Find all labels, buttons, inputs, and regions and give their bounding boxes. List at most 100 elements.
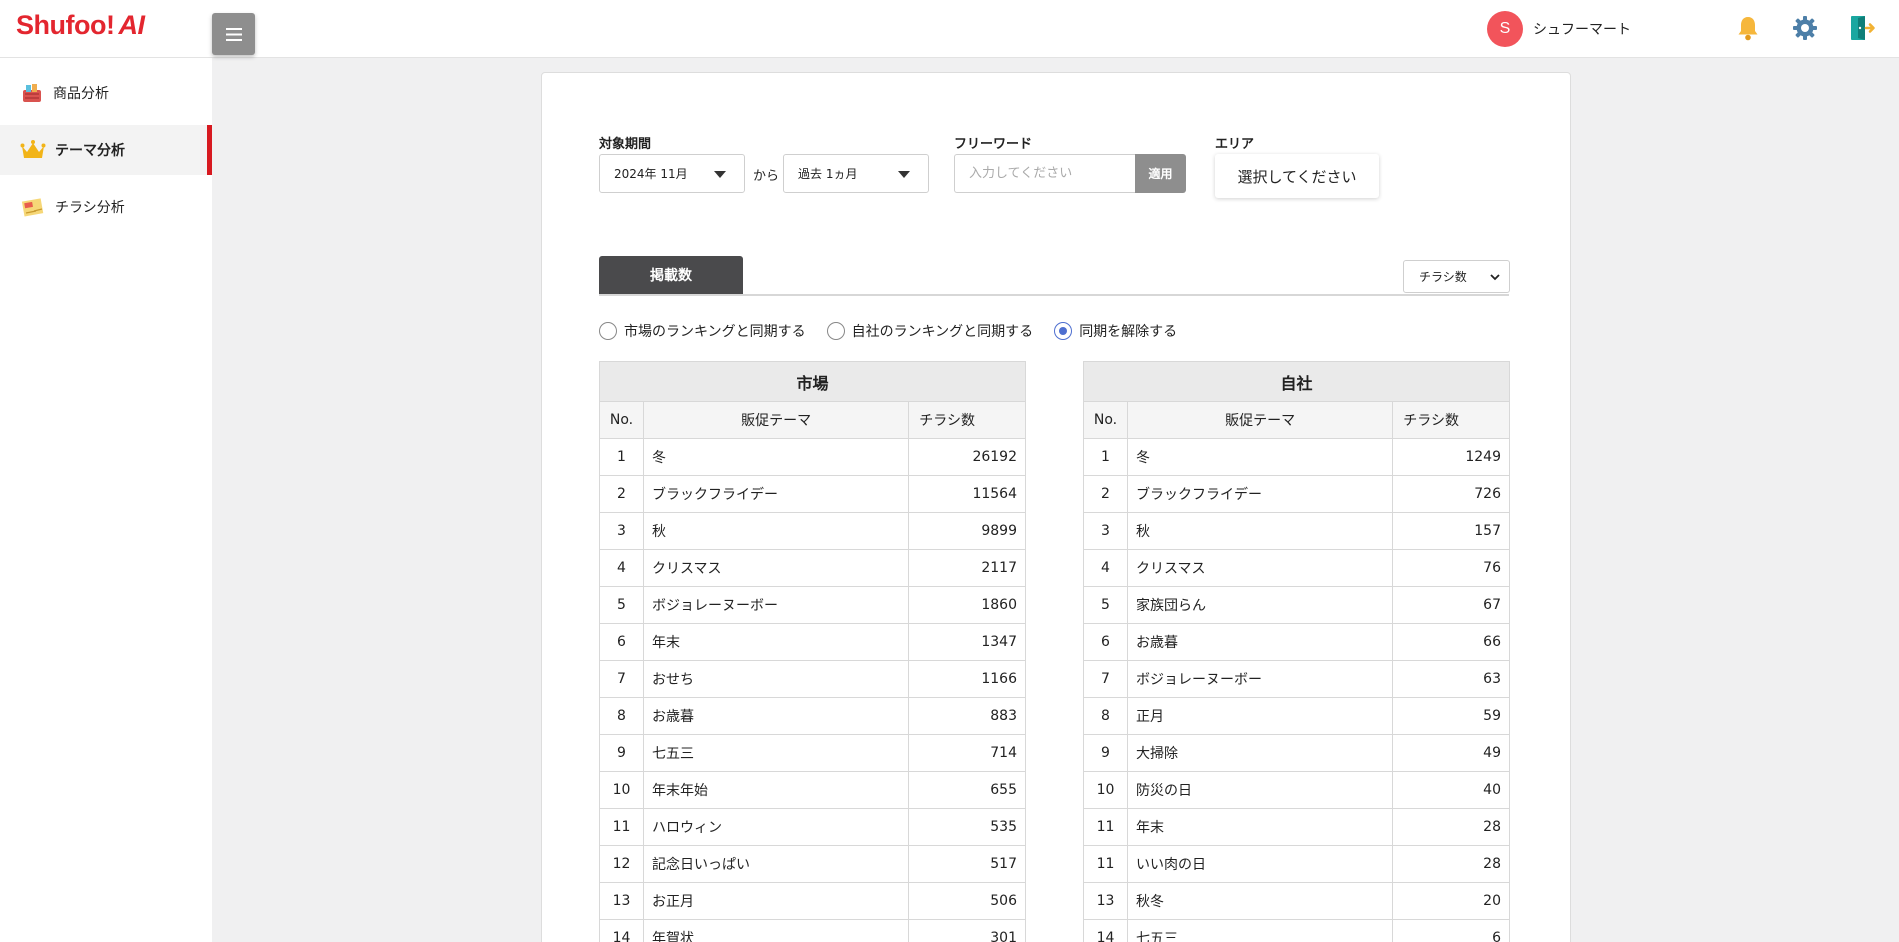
apply-button[interactable]: 適用 xyxy=(1135,154,1186,193)
rank-number-cell: 1 xyxy=(1083,438,1128,476)
theme-name-cell: 年末 xyxy=(642,623,910,661)
caret-down-icon xyxy=(714,171,726,178)
flyer-count-cell: 1860 xyxy=(908,586,1026,624)
table-row[interactable]: 8 正月 59 xyxy=(1083,697,1510,735)
radio-sync-market[interactable]: 市場のランキングと同期する xyxy=(599,321,806,341)
user-name: シュフーマート xyxy=(1533,22,1631,38)
rank-number-cell: 4 xyxy=(599,549,644,587)
table-title: 市場 xyxy=(599,361,1026,402)
tab-divider xyxy=(599,294,1509,296)
range-select-value: 過去 1ヵ月 xyxy=(798,167,858,181)
rank-number-cell: 7 xyxy=(599,660,644,698)
table-row[interactable]: 9 大掃除 49 xyxy=(1083,734,1510,772)
table-row[interactable]: 5 ボジョレーヌーボー 1860 xyxy=(599,586,1026,624)
table-row[interactable]: 4 クリスマス 2117 xyxy=(599,549,1026,587)
flyer-count-cell: 1166 xyxy=(908,660,1026,698)
theme-name-cell: 秋冬 xyxy=(1126,882,1394,920)
table-row[interactable]: 7 おせち 1166 xyxy=(599,660,1026,698)
table-row[interactable]: 14 七五三 6 xyxy=(1083,919,1510,942)
gear-icon[interactable] xyxy=(1790,13,1820,43)
table-row[interactable]: 11 年末 28 xyxy=(1083,808,1510,846)
table-row[interactable]: 1 冬 26192 xyxy=(599,438,1026,476)
area-select-button[interactable]: 選択してください xyxy=(1215,154,1379,198)
flyer-count-cell: 6 xyxy=(1392,919,1510,942)
rank-number-cell: 13 xyxy=(599,882,644,920)
table-row[interactable]: 5 家族団らん 67 xyxy=(1083,586,1510,624)
flyer-count-cell: 20 xyxy=(1392,882,1510,920)
shufoo-ai-logo[interactable]: Shufoo! AI xyxy=(16,10,145,41)
freeword-input[interactable] xyxy=(954,154,1136,193)
table-row[interactable]: 3 秋 9899 xyxy=(599,512,1026,550)
radio-label: 同期を解除する xyxy=(1079,324,1178,340)
bell-icon[interactable] xyxy=(1733,13,1763,43)
analysis-card: 対象期間 2024年 11月 から 過去 1ヵ月 フリーワード 適用 エリア 選… xyxy=(541,72,1571,942)
sidebar-item-product-analysis[interactable]: 商品分析 xyxy=(0,68,212,118)
tab-listing-count[interactable]: 掲載数 xyxy=(599,256,743,294)
table-row[interactable]: 12 記念日いっぱい 517 xyxy=(599,845,1026,883)
sidebar-item-flyer-analysis[interactable]: チラシ分析 xyxy=(0,182,212,232)
flyer-count-cell: 506 xyxy=(908,882,1026,920)
flyer-count-cell: 714 xyxy=(908,734,1026,772)
table-row[interactable]: 4 クリスマス 76 xyxy=(1083,549,1510,587)
from-label: から xyxy=(753,169,780,184)
range-select[interactable]: 過去 1ヵ月 xyxy=(783,154,929,193)
column-header-count[interactable]: チラシ数 xyxy=(1392,401,1510,439)
table-row[interactable]: 3 秋 157 xyxy=(1083,512,1510,550)
theme-name-cell: 秋 xyxy=(1126,512,1394,550)
rank-number-cell: 14 xyxy=(599,919,644,942)
table-row[interactable]: 7 ボジョレーヌーボー 63 xyxy=(1083,660,1510,698)
rank-number-cell: 12 xyxy=(599,845,644,883)
rank-number-cell: 10 xyxy=(599,771,644,809)
radio-unsync[interactable]: 同期を解除する xyxy=(1054,321,1177,341)
hamburger-menu-button[interactable] xyxy=(212,13,255,55)
theme-name-cell: 記念日いっぱい xyxy=(642,845,910,883)
table-row[interactable]: 11 ハロウィン 535 xyxy=(599,808,1026,846)
column-header-theme: 販促テーマ xyxy=(1126,401,1394,439)
column-header-count[interactable]: チラシ数 xyxy=(908,401,1026,439)
table-row[interactable]: 8 お歳暮 883 xyxy=(599,697,1026,735)
logout-icon[interactable] xyxy=(1846,13,1876,43)
flyer-count-cell: 157 xyxy=(1392,512,1510,550)
table-row[interactable]: 2 ブラックフライデー 11564 xyxy=(599,475,1026,513)
rank-number-cell: 9 xyxy=(599,734,644,772)
flyer-count-cell: 26192 xyxy=(908,438,1026,476)
metric-select[interactable]: チラシ数 xyxy=(1403,260,1510,293)
table-row[interactable]: 2 ブラックフライデー 726 xyxy=(1083,475,1510,513)
rank-number-cell: 14 xyxy=(1083,919,1128,942)
table-title: 自社 xyxy=(1083,361,1510,402)
main-content: 対象期間 2024年 11月 から 過去 1ヵ月 フリーワード 適用 エリア 選… xyxy=(212,58,1899,942)
radio-circle[interactable] xyxy=(599,322,617,340)
table-row[interactable]: 10 防災の日 40 xyxy=(1083,771,1510,809)
radio-circle[interactable] xyxy=(1054,322,1073,340)
flyer-count-cell: 28 xyxy=(1392,845,1510,883)
rank-number-cell: 3 xyxy=(1083,512,1128,550)
table-row[interactable]: 10 年末年始 655 xyxy=(599,771,1026,809)
rank-number-cell: 6 xyxy=(1083,623,1128,661)
user-account[interactable]: S シュフーマート xyxy=(1487,11,1631,47)
table-row[interactable]: 6 年末 1347 xyxy=(599,623,1026,661)
theme-name-cell: 家族団らん xyxy=(1126,586,1394,624)
table-row[interactable]: 1 冬 1249 xyxy=(1083,438,1510,476)
radio-label: 自社のランキングと同期する xyxy=(851,324,1034,340)
table-row[interactable]: 13 秋冬 20 xyxy=(1083,882,1510,920)
table-row[interactable]: 11 いい肉の日 28 xyxy=(1083,845,1510,883)
metric-select-value: チラシ数 xyxy=(1419,270,1467,284)
period-select[interactable]: 2024年 11月 xyxy=(599,154,745,193)
top-header: Shufoo! AI S シュフーマート xyxy=(0,0,1899,58)
radio-circle[interactable] xyxy=(826,322,845,340)
sidebar-item-label: チラシ分析 xyxy=(55,200,125,216)
flyer-count-cell: 76 xyxy=(1392,549,1510,587)
flyer-count-cell: 67 xyxy=(1392,586,1510,624)
table-row[interactable]: 13 お正月 506 xyxy=(599,882,1026,920)
theme-name-cell: クリスマス xyxy=(642,549,910,587)
sidebar-item-theme-analysis[interactable]: テーマ分析 xyxy=(0,125,212,175)
own-table-body: 1 冬 1249 2 ブラックフライデー 726 3 秋 157 4 クリスマス 76 5 家族団らん 67… xyxy=(1083,438,1510,942)
table-row[interactable]: 9 七五三 714 xyxy=(599,734,1026,772)
rank-number-cell: 11 xyxy=(599,808,644,846)
theme-name-cell: クリスマス xyxy=(1126,549,1394,587)
radio-sync-own[interactable]: 自社のランキングと同期する xyxy=(826,321,1034,341)
table-row[interactable]: 6 お歳暮 66 xyxy=(1083,623,1510,661)
flyer-count-cell: 40 xyxy=(1392,771,1510,809)
rank-number-cell: 2 xyxy=(1083,475,1128,513)
table-row[interactable]: 14 年賀状 301 xyxy=(599,919,1026,942)
